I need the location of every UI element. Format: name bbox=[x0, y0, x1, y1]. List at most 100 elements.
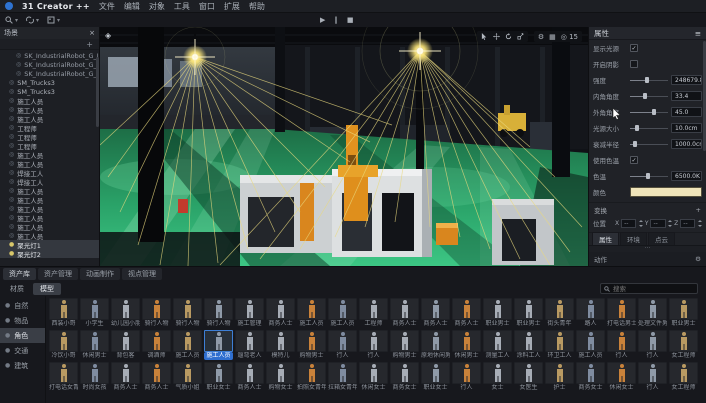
inner-angle-value[interactable]: 33.4 bbox=[671, 91, 702, 101]
snap-tool-button[interactable]: ▾ bbox=[26, 16, 39, 24]
menu-item[interactable]: 帮助 bbox=[249, 1, 265, 12]
menu-item[interactable]: 扩展 bbox=[224, 1, 240, 12]
panel-resize-handle[interactable]: ··· bbox=[589, 245, 706, 252]
asset-tile[interactable]: 商务人士 bbox=[235, 362, 264, 392]
asset-tile[interactable]: 商务人士 bbox=[421, 298, 450, 328]
asset-category[interactable]: ● 交通 bbox=[0, 343, 45, 358]
asset-tile[interactable]: 购物女士 bbox=[266, 362, 295, 392]
asset-tile[interactable]: 打电话男士 bbox=[607, 298, 636, 328]
position-z-field[interactable]: -- bbox=[680, 219, 695, 228]
asset-category[interactable]: ● 自然 bbox=[0, 298, 45, 313]
asset-tile[interactable]: 拍照女青年 bbox=[297, 362, 326, 392]
scale-tool-icon[interactable] bbox=[517, 33, 524, 40]
view-mode-button[interactable]: ▾ bbox=[47, 16, 60, 24]
asset-tile[interactable]: 女医生 bbox=[514, 362, 543, 392]
asset-tile[interactable]: 职业男士 bbox=[483, 298, 512, 328]
outer-angle-slider[interactable] bbox=[630, 108, 668, 116]
rotate-tool-icon[interactable] bbox=[505, 33, 512, 40]
scene-tree-scrollbar[interactable] bbox=[96, 57, 99, 127]
asset-search[interactable] bbox=[600, 283, 698, 294]
asset-tile[interactable]: 职业男士 bbox=[669, 298, 698, 328]
action-settings-icon[interactable]: ⚙ bbox=[695, 255, 701, 263]
viewport-3d[interactable]: ◈ ⚙ ▦ ◎ 15 bbox=[100, 27, 588, 266]
asset-tile[interactable]: 行人 bbox=[638, 362, 667, 392]
asset-tab[interactable]: 视点管理 bbox=[122, 268, 162, 280]
properties-tab[interactable]: 属性 bbox=[592, 232, 619, 245]
show-light-checkbox[interactable]: ✓ bbox=[630, 44, 638, 52]
tree-item[interactable]: 施工人员 bbox=[0, 159, 99, 168]
asset-tile[interactable]: 处理文件男士 bbox=[638, 298, 667, 328]
tree-item[interactable]: 施工人员 bbox=[0, 213, 99, 222]
asset-subtab[interactable]: 材质 bbox=[3, 283, 31, 295]
outer-angle-value[interactable]: 45.0 bbox=[671, 107, 702, 117]
temp-slider[interactable] bbox=[630, 172, 668, 180]
tree-item[interactable]: SM_Trucks3 bbox=[0, 87, 99, 96]
asset-tile[interactable]: 商务女士 bbox=[390, 362, 419, 392]
tree-item[interactable]: SK_IndustrialRobot_G_I... bbox=[0, 60, 99, 69]
asset-tile[interactable]: 骑行人物 bbox=[204, 298, 233, 328]
asset-tile[interactable]: 行人 bbox=[638, 330, 667, 360]
asset-tile[interactable]: 冷饮小哥 bbox=[49, 330, 78, 360]
asset-tab[interactable]: 资产库 bbox=[3, 268, 36, 280]
asset-tile[interactable]: 休闲男士 bbox=[452, 330, 481, 360]
panel-menu-icon[interactable]: ≡ bbox=[695, 29, 701, 38]
tree-item[interactable]: 施工人员 bbox=[0, 195, 99, 204]
asset-tile[interactable]: 女工程师 bbox=[669, 362, 698, 392]
asset-tab[interactable]: 动画制作 bbox=[80, 268, 120, 280]
z-stepper[interactable] bbox=[697, 219, 702, 228]
asset-tile[interactable]: 护士 bbox=[545, 362, 574, 392]
asset-tile[interactable]: 调酒师 bbox=[142, 330, 171, 360]
tree-item[interactable]: 施工人员 bbox=[0, 222, 99, 231]
asset-tile[interactable]: 背包客 bbox=[111, 330, 140, 360]
asset-tile[interactable]: 休闲男士 bbox=[80, 330, 109, 360]
asset-tile[interactable]: 商务人士 bbox=[390, 298, 419, 328]
tree-item[interactable]: 施工人员 bbox=[0, 186, 99, 195]
asset-tile[interactable]: 原地休闲男士 bbox=[421, 330, 450, 360]
menu-item[interactable]: 编辑 bbox=[124, 1, 140, 12]
tree-item[interactable]: 施工人员 bbox=[0, 105, 99, 114]
asset-tile[interactable]: 商务人士 bbox=[452, 298, 481, 328]
tree-item[interactable]: 施工人员 bbox=[0, 231, 99, 240]
gear-icon[interactable]: ⚙ bbox=[538, 33, 544, 41]
asset-tile[interactable]: 职业女士 bbox=[421, 362, 450, 392]
asset-tile[interactable]: 购物男士 bbox=[390, 330, 419, 360]
asset-tile[interactable]: 西装小哥 bbox=[49, 298, 78, 328]
asset-tile[interactable]: 休闲女士 bbox=[359, 362, 388, 392]
properties-tab[interactable]: 环境 bbox=[620, 232, 647, 245]
asset-tile[interactable]: 施工人员 bbox=[576, 330, 605, 360]
radius-value[interactable]: 1000.0cm bbox=[671, 139, 702, 149]
asset-category[interactable]: ● 建筑 bbox=[0, 358, 45, 373]
tree-item[interactable]: 焊接工人 bbox=[0, 177, 99, 186]
tree-item[interactable]: 施工人员 bbox=[0, 150, 99, 159]
size-slider[interactable] bbox=[630, 124, 668, 132]
properties-tab[interactable]: 点云 bbox=[648, 232, 675, 245]
asset-tile[interactable]: 行人 bbox=[607, 330, 636, 360]
search-input[interactable] bbox=[613, 285, 693, 293]
menu-item[interactable]: 文件 bbox=[99, 1, 115, 12]
asset-tile[interactable]: 时尚女孩 bbox=[80, 362, 109, 392]
temp-value[interactable]: 6500.0K bbox=[671, 171, 702, 181]
asset-tile[interactable]: 街头青年 bbox=[545, 298, 574, 328]
asset-tile[interactable]: 气质小姐 bbox=[173, 362, 202, 392]
asset-tile[interactable]: 施工管理 bbox=[235, 298, 264, 328]
asset-tile[interactable]: 打电话女青年 bbox=[49, 362, 78, 392]
menu-item[interactable]: 窗口 bbox=[199, 1, 215, 12]
asset-tile[interactable]: 购物男士 bbox=[297, 330, 326, 360]
asset-tile[interactable]: 遛弯老人 bbox=[235, 330, 264, 360]
asset-tile[interactable]: 施工人员 bbox=[173, 330, 202, 360]
stop-button[interactable]: ■ bbox=[347, 16, 354, 24]
tree-item[interactable]: 焊接工人 bbox=[0, 168, 99, 177]
add-node-button[interactable]: + bbox=[86, 40, 93, 49]
grid-icon[interactable]: ▦ bbox=[549, 33, 556, 41]
tree-item[interactable]: 工程师 bbox=[0, 132, 99, 141]
menu-item[interactable]: 对象 bbox=[149, 1, 165, 12]
asset-category[interactable]: ● 角色 bbox=[0, 328, 45, 343]
shadow-checkbox[interactable] bbox=[630, 60, 638, 68]
intensity-slider[interactable] bbox=[630, 76, 668, 84]
asset-tile[interactable]: 测量工人 bbox=[483, 330, 512, 360]
asset-tile[interactable]: 环卫工人 bbox=[545, 330, 574, 360]
tree-item[interactable]: 工程师 bbox=[0, 141, 99, 150]
asset-tile[interactable]: 幼儿园小朋友 bbox=[111, 298, 140, 328]
asset-tile[interactable]: 职业女士 bbox=[204, 362, 233, 392]
tree-item[interactable]: 聚光灯1 bbox=[0, 240, 99, 249]
